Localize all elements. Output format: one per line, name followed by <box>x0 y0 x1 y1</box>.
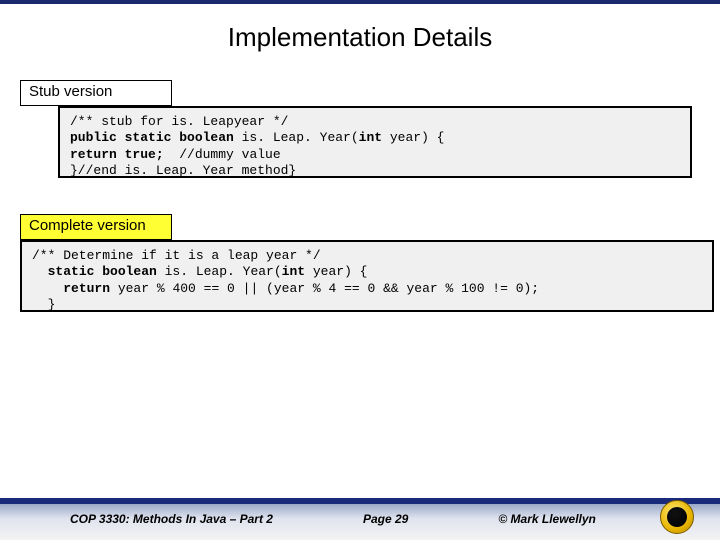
code-keyword: return <box>63 281 110 296</box>
code-pad <box>32 281 63 296</box>
code-text: } <box>48 297 56 312</box>
code-text: year % 400 == 0 || (year % 4 == 0 && yea… <box>110 281 539 296</box>
code-text: /** Determine if it is a leap year */ <box>32 248 321 263</box>
stub-version-label: Stub version <box>20 80 172 106</box>
code-text: is. Leap. Year( <box>157 264 282 279</box>
slide: Implementation Details Stub version /** … <box>0 0 720 540</box>
footer-course: COP 3330: Methods In Java – Part 2 <box>70 512 273 526</box>
code-text: year) { <box>305 264 367 279</box>
code-keyword: return true; <box>70 147 164 162</box>
code-text: year) { <box>382 130 444 145</box>
footer-page: Page 29 <box>363 512 408 526</box>
code-text: /** stub for is. Leapyear */ <box>70 114 288 129</box>
code-keyword: int <box>359 130 382 145</box>
footer-content: COP 3330: Methods In Java – Part 2 Page … <box>0 498 720 540</box>
code-text: is. Leap. Year( <box>234 130 359 145</box>
code-pad <box>32 297 48 312</box>
page-title: Implementation Details <box>0 22 720 53</box>
stub-code-block: /** stub for is. Leapyear */ public stat… <box>58 106 692 178</box>
code-pad <box>32 264 48 279</box>
code-keyword: public static boolean <box>70 130 234 145</box>
footer-copyright: © Mark Llewellyn <box>498 512 596 526</box>
footer: COP 3330: Methods In Java – Part 2 Page … <box>0 498 720 540</box>
code-text: }//end is. Leap. Year method} <box>70 163 296 178</box>
code-text: //dummy value <box>164 147 281 162</box>
code-keyword: int <box>282 264 305 279</box>
complete-code-block: /** Determine if it is a leap year */ st… <box>20 240 714 312</box>
complete-version-label: Complete version <box>20 214 172 240</box>
code-keyword: static boolean <box>48 264 157 279</box>
